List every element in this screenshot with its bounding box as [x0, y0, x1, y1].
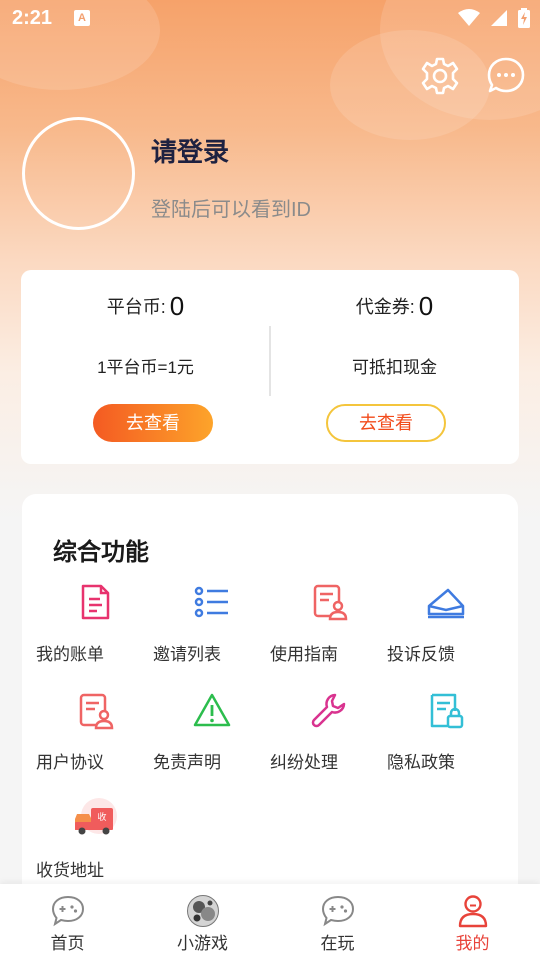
status-bar: 2:21 A: [0, 0, 540, 36]
delivery-truck-badge: 收: [97, 811, 106, 823]
platform-coin-label: 平台币:: [106, 297, 166, 317]
platform-coin-balance: 平台币: 0: [21, 288, 270, 324]
agreement-icon: [79, 693, 113, 730]
voucher-balance: 代金券: 0: [270, 288, 519, 324]
tab-label-mine: 我的: [455, 934, 490, 953]
privacy-lock-icon: [430, 693, 463, 729]
login-prompt[interactable]: 请登录: [151, 132, 229, 169]
tab-label-home: 首页: [50, 934, 85, 953]
func-label-complaint-feedback: 投诉反馈: [387, 645, 455, 664]
wifi-icon: [458, 9, 480, 26]
tab-label-mini-games: 小游戏: [177, 934, 228, 953]
envelope-icon: [427, 588, 464, 619]
tab-home[interactable]: 首页: [0, 884, 135, 960]
tab-label-playing: 在玩: [320, 934, 355, 953]
tab-mine[interactable]: 我的: [405, 884, 540, 960]
func-label-disclaimer: 免责声明: [153, 753, 221, 772]
voucher-section: 代金券: 0 可抵扣现金 去查看: [270, 270, 519, 464]
status-icons: [458, 8, 530, 28]
notification-icon: A: [74, 10, 91, 26]
status-time: 2:21: [12, 6, 53, 29]
warning-icon: [193, 693, 230, 727]
func-label-dispute-handling: 纠纷处理: [270, 753, 338, 772]
signal-icon: [491, 10, 507, 26]
voucher-value: 0: [418, 290, 434, 321]
func-label-shipping-address: 收货地址: [36, 861, 104, 880]
login-hint: 登陆后可以看到ID: [151, 199, 311, 221]
mini-game-avatar-icon: [186, 895, 219, 927]
functions-title: 综合功能: [53, 539, 149, 566]
voucher-label: 代金券:: [355, 297, 415, 317]
voucher-view-button[interactable]: 去查看: [326, 404, 446, 442]
func-label-user-agreement: 用户协议: [36, 753, 104, 772]
platform-coin-rate: 1平台币=1元: [97, 358, 194, 377]
list-icon: [194, 586, 228, 618]
functions-card: 综合功能 我的账单 邀请列表 使用指南 投诉反馈 用户协议 免责声明 纠纷处理 …: [22, 494, 518, 914]
tab-mini-games[interactable]: 小游戏: [135, 884, 270, 960]
gamepad-icon: [51, 895, 84, 927]
battery-charging-icon: [518, 8, 530, 28]
avatar[interactable]: [22, 117, 135, 230]
bill-icon: [81, 584, 109, 620]
gear-icon[interactable]: [420, 56, 460, 96]
func-label-invite-list: 邀请列表: [153, 645, 221, 664]
platform-coin-view-button[interactable]: 去查看: [93, 404, 213, 442]
wrench-icon: [311, 693, 345, 728]
gamepad-icon: [321, 895, 354, 927]
chat-bubble-icon[interactable]: [486, 56, 526, 96]
func-label-bills: 我的账单: [36, 645, 104, 664]
platform-coin-value: 0: [169, 290, 185, 321]
bottom-tab-bar: 首页 小游戏 在玩 我的: [0, 884, 540, 960]
user-icon: [458, 895, 487, 928]
delivery-truck-icon: 收: [74, 798, 117, 835]
wallet-card: 平台币: 0 1平台币=1元 去查看 代金券: 0 可抵扣现金 去查看: [21, 270, 519, 464]
voucher-description: 可抵扣现金: [352, 358, 437, 377]
func-label-privacy-policy: 隐私政策: [387, 753, 455, 772]
tab-playing[interactable]: 在玩: [270, 884, 405, 960]
platform-coin-section: 平台币: 0 1平台币=1元 去查看: [21, 270, 270, 464]
guide-icon: [313, 584, 347, 621]
func-label-guide: 使用指南: [270, 645, 338, 664]
